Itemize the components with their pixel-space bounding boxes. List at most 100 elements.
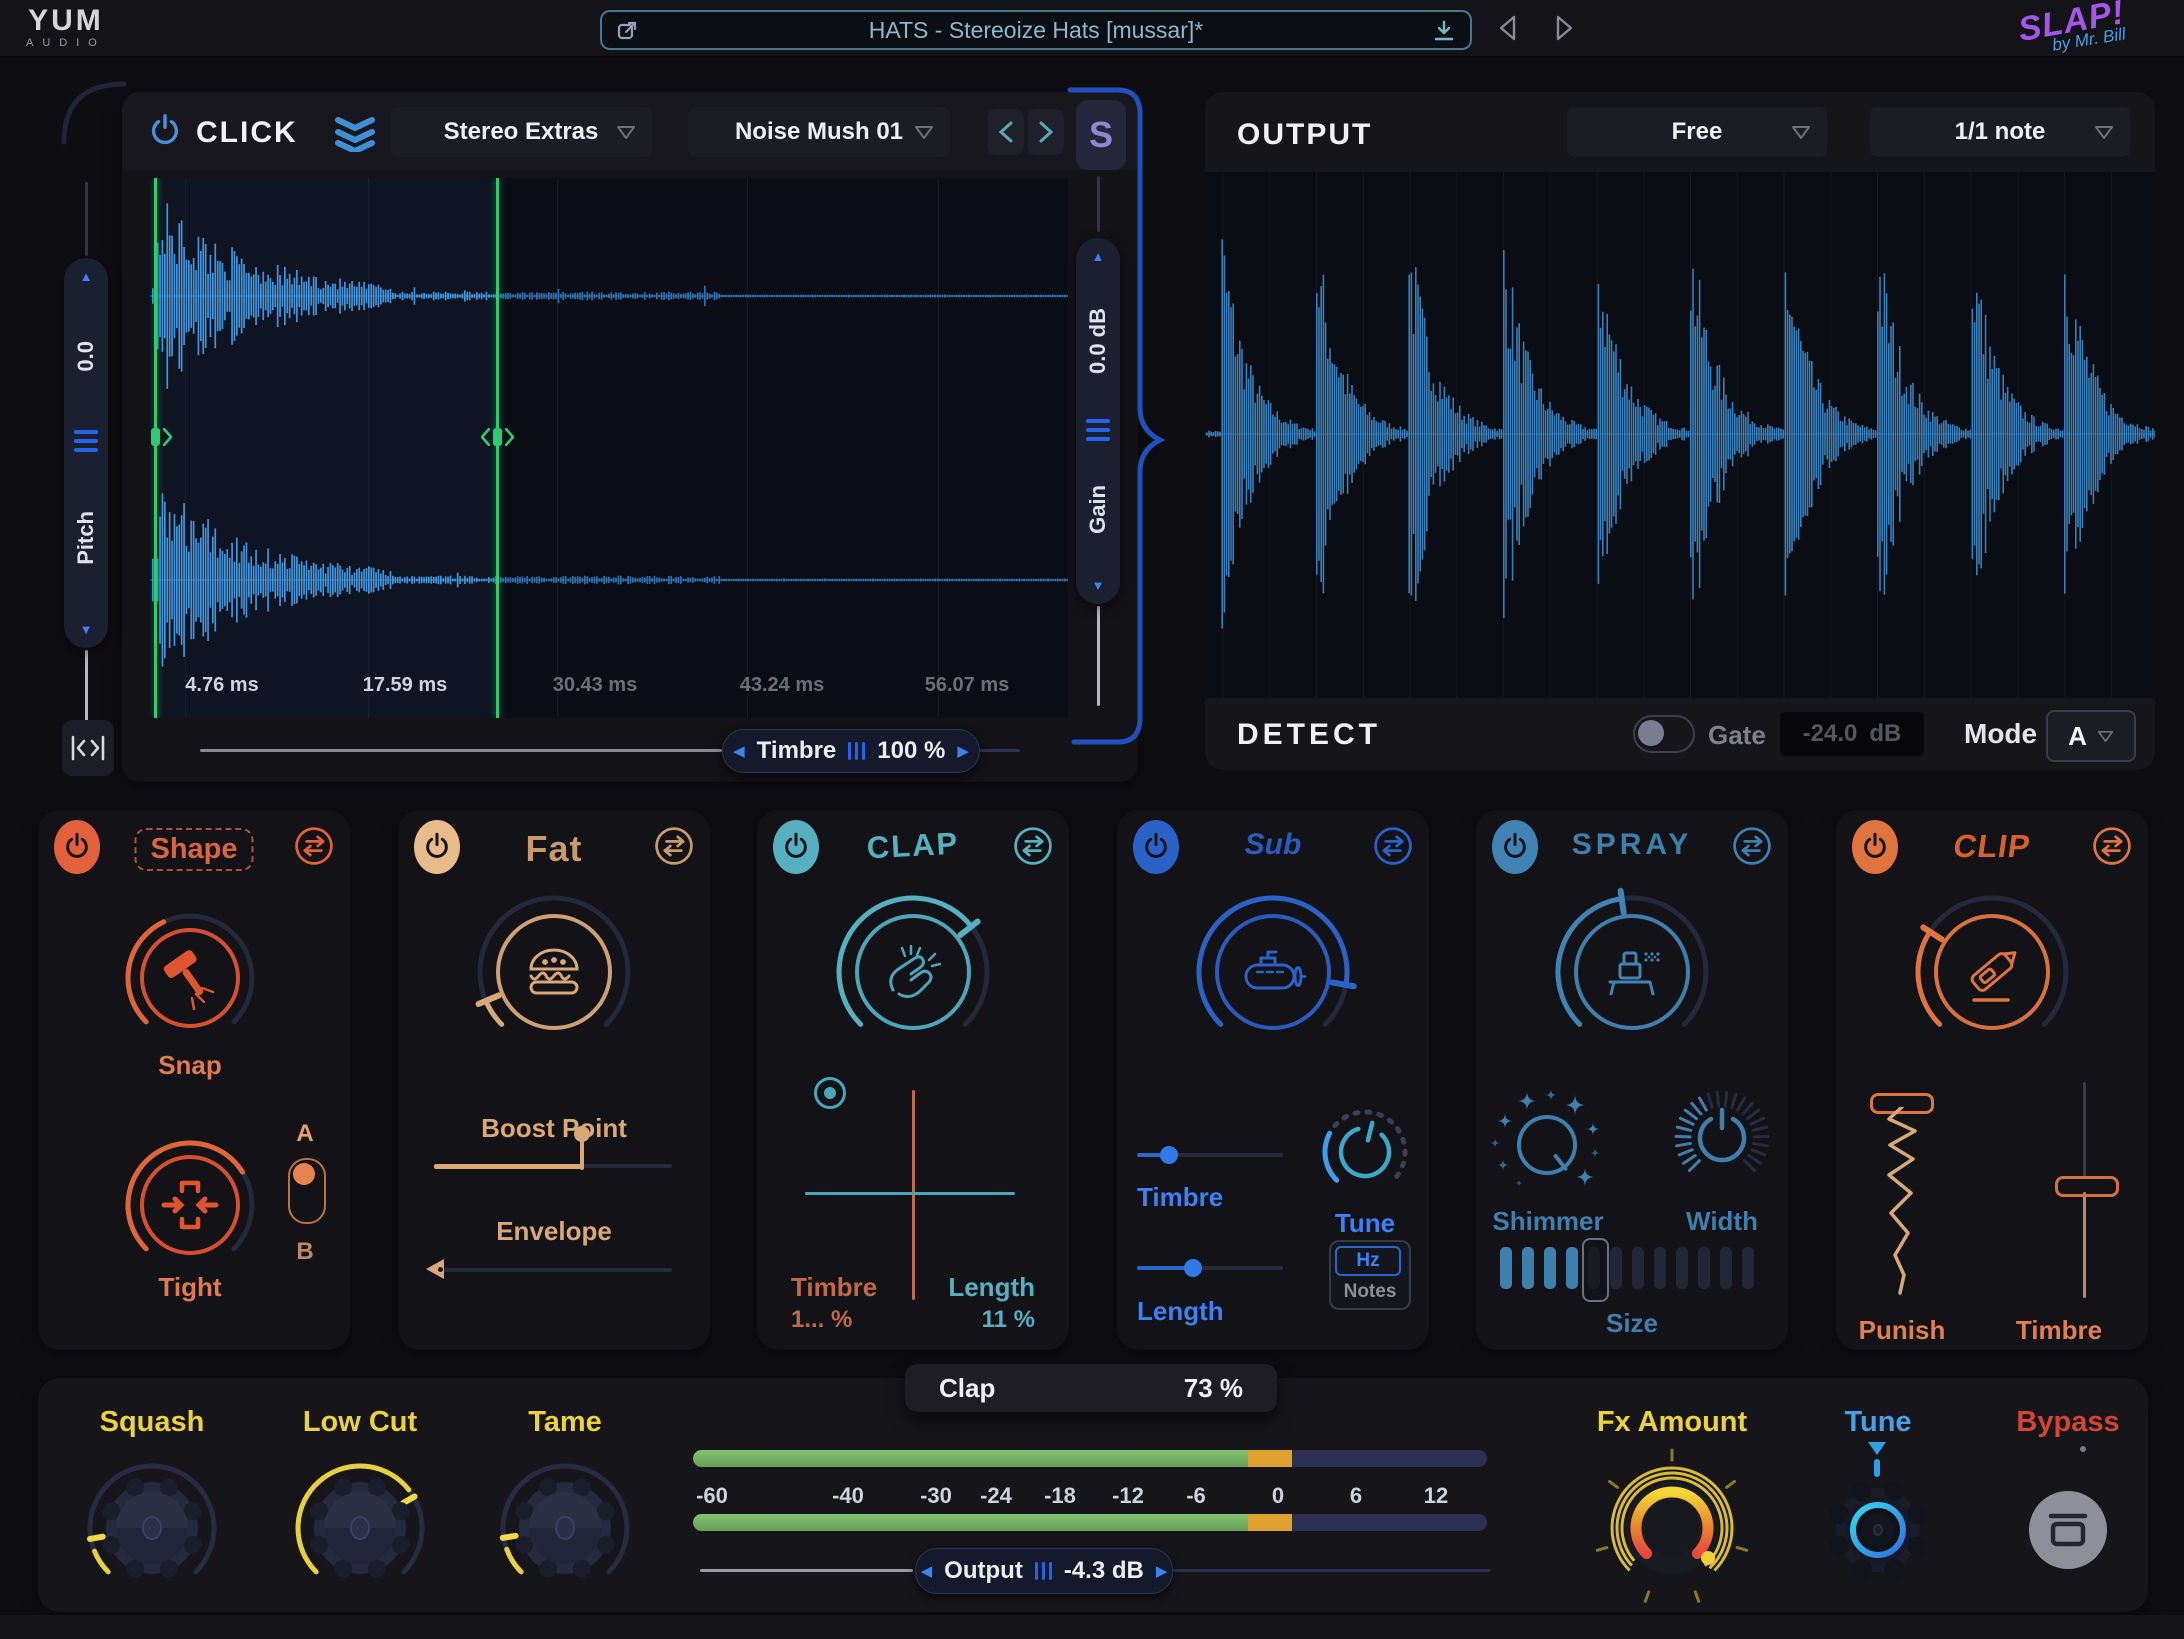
external-link-icon[interactable] xyxy=(616,19,640,43)
fat-swap-button[interactable] xyxy=(652,822,696,875)
tune-label: Tune xyxy=(1844,1406,1911,1439)
pitch-up-icon[interactable]: ▲ xyxy=(80,270,93,283)
previous-preset-button[interactable] xyxy=(1488,12,1528,44)
layers-icon[interactable] xyxy=(334,112,376,152)
sub-knob[interactable] xyxy=(1185,884,1361,1060)
bypass-button[interactable] xyxy=(2029,1491,2107,1569)
squash-knob[interactable] xyxy=(77,1453,227,1603)
timbre-value: 100 % xyxy=(877,737,945,765)
sync-value: Free xyxy=(1672,118,1723,146)
width-knob[interactable] xyxy=(1647,1063,1797,1213)
mode-dropdown[interactable]: A xyxy=(2046,710,2136,762)
gate-toggle[interactable] xyxy=(1633,715,1695,753)
boost-point-slider[interactable] xyxy=(434,1164,672,1168)
sub-timbre-slider[interactable] xyxy=(1137,1153,1283,1157)
clap-power-button[interactable] xyxy=(773,820,819,874)
hz-notes-toggle[interactable]: Hz Notes xyxy=(1329,1240,1411,1310)
fat-knob[interactable] xyxy=(466,884,642,1060)
bypass-icon xyxy=(2047,1512,2089,1548)
sub-power-button[interactable] xyxy=(1133,820,1179,874)
previous-sample-button[interactable] xyxy=(988,109,1024,155)
sub-tune-label: Tune xyxy=(1335,1208,1395,1239)
sub-tune-knob[interactable] xyxy=(1300,1087,1430,1217)
output-gain-slider[interactable]: ◀ Output -4.3 dB ▶ xyxy=(915,1548,1173,1594)
tune-knob[interactable] xyxy=(1813,1465,1943,1595)
notes-option[interactable]: Notes xyxy=(1331,1281,1409,1303)
time-label: 17.59 ms xyxy=(363,674,448,697)
output-title: OUTPUT xyxy=(1237,118,1372,152)
clap-mode-radio[interactable] xyxy=(814,1077,846,1109)
shape-power-button[interactable] xyxy=(54,820,100,874)
click-waveform-display[interactable]: 4.76 ms 17.59 ms 30.43 ms 43.24 ms 56.07… xyxy=(150,178,1068,718)
click-power-button[interactable] xyxy=(146,110,184,152)
end-marker-line[interactable] xyxy=(496,178,499,718)
snap-knob[interactable] xyxy=(115,903,265,1053)
clap-title: CLAP xyxy=(866,826,960,867)
sub-length-slider[interactable] xyxy=(1137,1266,1283,1270)
tight-knob[interactable] xyxy=(115,1130,265,1280)
gain-grip[interactable] xyxy=(1086,419,1110,441)
ab-toggle[interactable] xyxy=(288,1158,326,1224)
output-value: -4.3 dB xyxy=(1064,1557,1144,1585)
clap-knob[interactable] xyxy=(825,884,1001,1060)
click-timbre-slider[interactable]: ◀ Timbre 100 % ▶ xyxy=(722,729,980,773)
spray-power-button[interactable] xyxy=(1492,820,1538,874)
size-thumb[interactable] xyxy=(1582,1238,1609,1302)
spray-knob[interactable] xyxy=(1544,884,1720,1060)
spray-swap-button[interactable] xyxy=(1730,822,1774,875)
grip-icon xyxy=(1035,1562,1052,1580)
output-track-left[interactable] xyxy=(700,1569,913,1572)
gate-threshold-field[interactable]: -24.0 dB xyxy=(1780,712,1924,756)
lowcut-knob[interactable] xyxy=(285,1453,435,1603)
increment-icon[interactable]: ▶ xyxy=(957,742,969,760)
shape-swap-button[interactable] xyxy=(292,822,336,875)
start-marker-line[interactable] xyxy=(154,178,157,718)
decrement-icon[interactable]: ◀ xyxy=(733,742,745,760)
gate-unit: dB xyxy=(1869,720,1901,748)
clip-timbre-handle[interactable] xyxy=(2055,1176,2119,1197)
submarine-icon xyxy=(1246,952,1305,988)
gain-down-icon[interactable]: ▼ xyxy=(1092,579,1105,592)
yum-audio-logo: YUM AUDIO xyxy=(26,7,106,49)
gate-label: Gate xyxy=(1708,720,1766,751)
timbre-track-right[interactable] xyxy=(978,749,1020,752)
shimmer-knob[interactable] xyxy=(1472,1070,1622,1220)
pitch-grip[interactable] xyxy=(74,430,98,452)
pitch-down-icon[interactable]: ▼ xyxy=(80,623,93,636)
zoom-fit-button[interactable] xyxy=(62,720,114,776)
clip-knob[interactable] xyxy=(1904,884,2080,1060)
decrement-icon[interactable]: ◀ xyxy=(921,1562,933,1580)
sub-swap-button[interactable] xyxy=(1371,822,1415,875)
hz-option[interactable]: Hz xyxy=(1335,1246,1401,1276)
preset-selector[interactable]: HATS - Stereoize Hats [mussar]* xyxy=(600,10,1472,50)
sample-category-dropdown[interactable]: Stereo Extras xyxy=(390,107,652,157)
punish-slider[interactable] xyxy=(1877,1107,1927,1295)
sync-dropdown[interactable]: Free xyxy=(1567,107,1827,157)
note-dropdown[interactable]: 1/1 note xyxy=(1870,107,2130,157)
fat-power-button[interactable] xyxy=(414,820,460,874)
swap-icon xyxy=(1730,822,1774,870)
brand-name: YUM xyxy=(28,7,104,35)
envelope-slider[interactable] xyxy=(434,1268,672,1272)
gain-slider[interactable]: ▲ 0.0 dB Gain ▼ xyxy=(1076,238,1120,604)
clap-swap-button[interactable] xyxy=(1011,822,1055,875)
fx-amount-knob[interactable] xyxy=(1582,1438,1762,1618)
tame-label: Tame xyxy=(528,1406,602,1439)
start-marker-handle[interactable] xyxy=(150,428,172,446)
end-marker-handle[interactable] xyxy=(481,428,514,446)
output-track-right[interactable] xyxy=(1172,1569,1490,1572)
swap-icon xyxy=(1011,822,1055,870)
next-preset-button[interactable] xyxy=(1544,12,1584,44)
save-download-icon[interactable] xyxy=(1432,19,1456,43)
power-icon xyxy=(1498,828,1532,866)
pitch-slider[interactable]: ▲ 0.0 Pitch ▼ xyxy=(64,258,108,648)
clip-power-button[interactable] xyxy=(1852,820,1898,874)
gain-up-icon[interactable]: ▲ xyxy=(1092,250,1105,263)
increment-icon[interactable]: ▶ xyxy=(1156,1562,1168,1580)
clip-swap-button[interactable] xyxy=(2090,822,2134,875)
size-meter[interactable] xyxy=(1500,1247,1754,1289)
sample-dropdown[interactable]: Noise Mush 01 xyxy=(688,107,950,157)
tame-knob[interactable] xyxy=(490,1453,640,1603)
meter-source-pill[interactable]: Clap 73 % xyxy=(905,1364,1277,1412)
timbre-track-left[interactable] xyxy=(200,749,722,752)
